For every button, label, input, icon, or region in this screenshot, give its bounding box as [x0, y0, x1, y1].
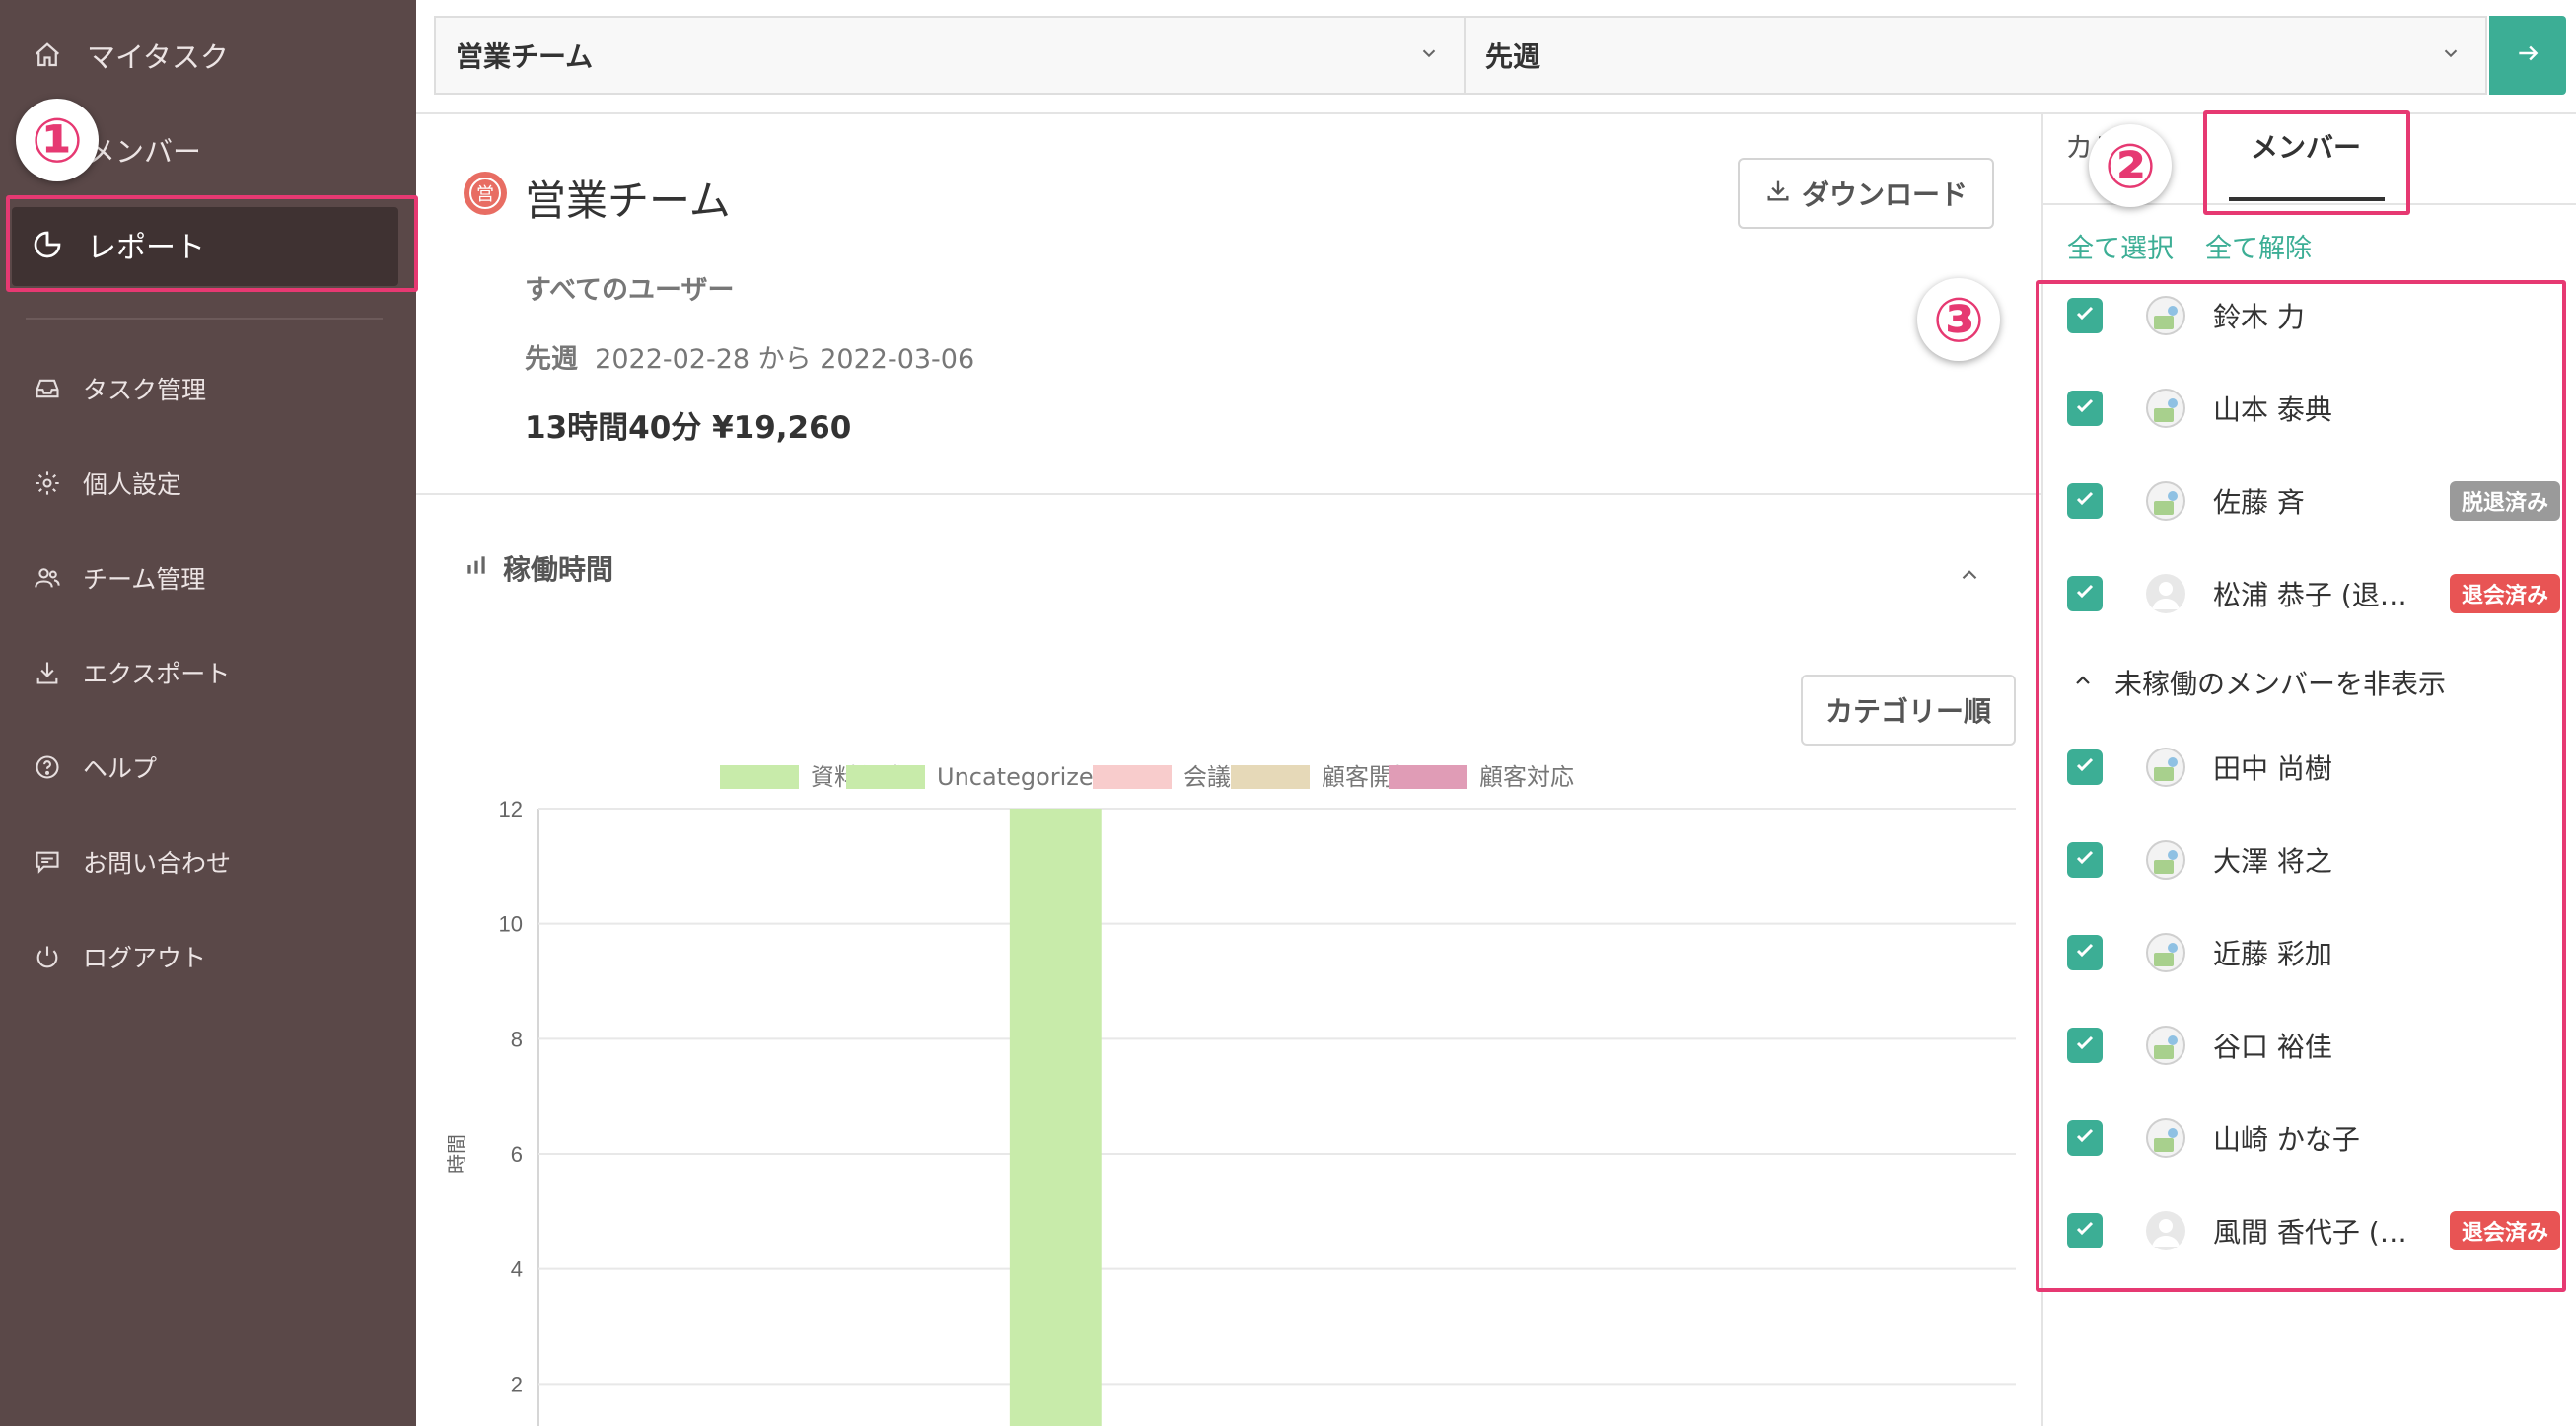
power-icon — [32, 941, 63, 972]
bar-chart-icon — [464, 552, 489, 585]
team-select-value: 営業チーム — [456, 40, 594, 73]
y-tick-label: 2 — [511, 1372, 523, 1396]
apply-button[interactable] — [2489, 16, 2566, 95]
sidebar-item-label: ヘルプ — [83, 754, 158, 783]
y-tick-label: 12 — [499, 797, 523, 821]
period-info: 先週 2022-02-28 から 2022-03-06 — [525, 337, 974, 376]
sidebar-item-personal-settings[interactable]: 個人設定 — [0, 436, 416, 531]
y-tick-label: 6 — [511, 1142, 523, 1167]
sidebar-item-help[interactable]: ヘルプ — [0, 720, 416, 815]
chevron-up-icon — [1957, 570, 1982, 592]
chevron-down-icon — [1418, 42, 1440, 68]
inbox-icon — [32, 373, 63, 404]
sidebar-divider — [26, 318, 383, 320]
work-hours-chart: 24681012時間資料作成Uncategorized会議顧客開拓顧客対応 — [445, 763, 2016, 1426]
sidebar-item-task-management[interactable]: タスク管理 — [0, 341, 416, 436]
legend-swatch — [1093, 765, 1172, 789]
download-button[interactable]: ダウンロード — [1738, 158, 1994, 229]
sidebar-item-team-management[interactable]: チーム管理 — [0, 531, 416, 625]
sidebar-item-export[interactable]: エクスポート — [0, 625, 416, 720]
chart-bar — [1009, 809, 1102, 1426]
total-summary: 13時間40分 ¥19,260 — [525, 410, 852, 446]
deselect-all-link[interactable]: 全て解除 — [2205, 227, 2312, 265]
highlight-member-tab — [2203, 110, 2410, 215]
section-title: 稼働時間 — [503, 553, 614, 586]
period-range: 2022-02-28 から 2022-03-06 — [595, 344, 975, 375]
team-avatar-char: 営 — [469, 178, 501, 209]
section-header: 稼働時間 — [464, 548, 613, 588]
page-title: 営業チーム — [525, 177, 731, 225]
section-divider — [416, 493, 2043, 495]
legend-swatch — [720, 765, 799, 789]
marker-label: ① — [31, 104, 84, 177]
sidebar-item-label: ログアウト — [83, 944, 207, 972]
home-icon — [32, 39, 63, 71]
marker-three: ③ — [1917, 278, 2000, 361]
sidebar-item-label: お問い合わせ — [83, 849, 232, 878]
highlight-report — [6, 195, 418, 292]
y-axis-label: 時間 — [445, 1134, 468, 1174]
chat-icon — [32, 846, 63, 878]
period-select[interactable]: 先週 — [1464, 16, 2487, 95]
marker-two: ② — [2089, 124, 2172, 207]
sort-by-category-button[interactable]: カテゴリー順 — [1801, 675, 2016, 746]
download-button-label: ダウンロード — [1801, 178, 1968, 211]
select-all-link[interactable]: 全て選択 — [2067, 227, 2174, 265]
y-tick-label: 4 — [511, 1257, 523, 1282]
y-tick-label: 8 — [511, 1027, 523, 1051]
chevron-down-icon — [2440, 42, 2462, 68]
highlight-member-list — [2036, 280, 2566, 1292]
period-label: 先週 — [525, 344, 578, 375]
legend-label: 顧客対応 — [1479, 763, 1574, 791]
marker-one: ① — [16, 99, 99, 181]
arrow-right-icon — [2515, 40, 2540, 70]
sidebar-item-label: 個人設定 — [83, 470, 182, 499]
collapse-button[interactable] — [1957, 562, 1982, 592]
download-icon — [32, 657, 63, 688]
sidebar-item-label: チーム管理 — [83, 565, 206, 594]
users-label: すべてのユーザー — [525, 275, 735, 306]
legend-label: Uncategorized — [937, 763, 1109, 791]
legend-label: 会議 — [1183, 763, 1231, 791]
marker-label: ② — [2104, 129, 2157, 202]
period-select-value: 先週 — [1485, 40, 1541, 73]
sidebar-item-contact[interactable]: お問い合わせ — [0, 815, 416, 909]
sidebar-item-label: タスク管理 — [83, 376, 207, 404]
y-tick-label: 10 — [499, 912, 523, 937]
team-icon — [32, 562, 63, 594]
legend-swatch — [1231, 765, 1310, 789]
marker-label: ③ — [1932, 283, 1985, 356]
help-icon — [32, 751, 63, 783]
sidebar-item-label: メンバー — [87, 135, 202, 169]
sidebar-item-label: マイタスク — [87, 40, 229, 74]
team-select[interactable]: 営業チーム — [434, 16, 1466, 95]
sidebar-item-logout[interactable]: ログアウト — [0, 909, 416, 1004]
gear-icon — [32, 467, 63, 499]
team-avatar: 営 — [464, 172, 507, 215]
sidebar-item-label: エクスポート — [83, 660, 231, 688]
download-icon — [1764, 177, 1792, 211]
legend-swatch — [846, 765, 925, 789]
sidebar-item-my-tasks[interactable]: マイタスク — [0, 8, 416, 103]
legend-swatch — [1389, 765, 1467, 789]
